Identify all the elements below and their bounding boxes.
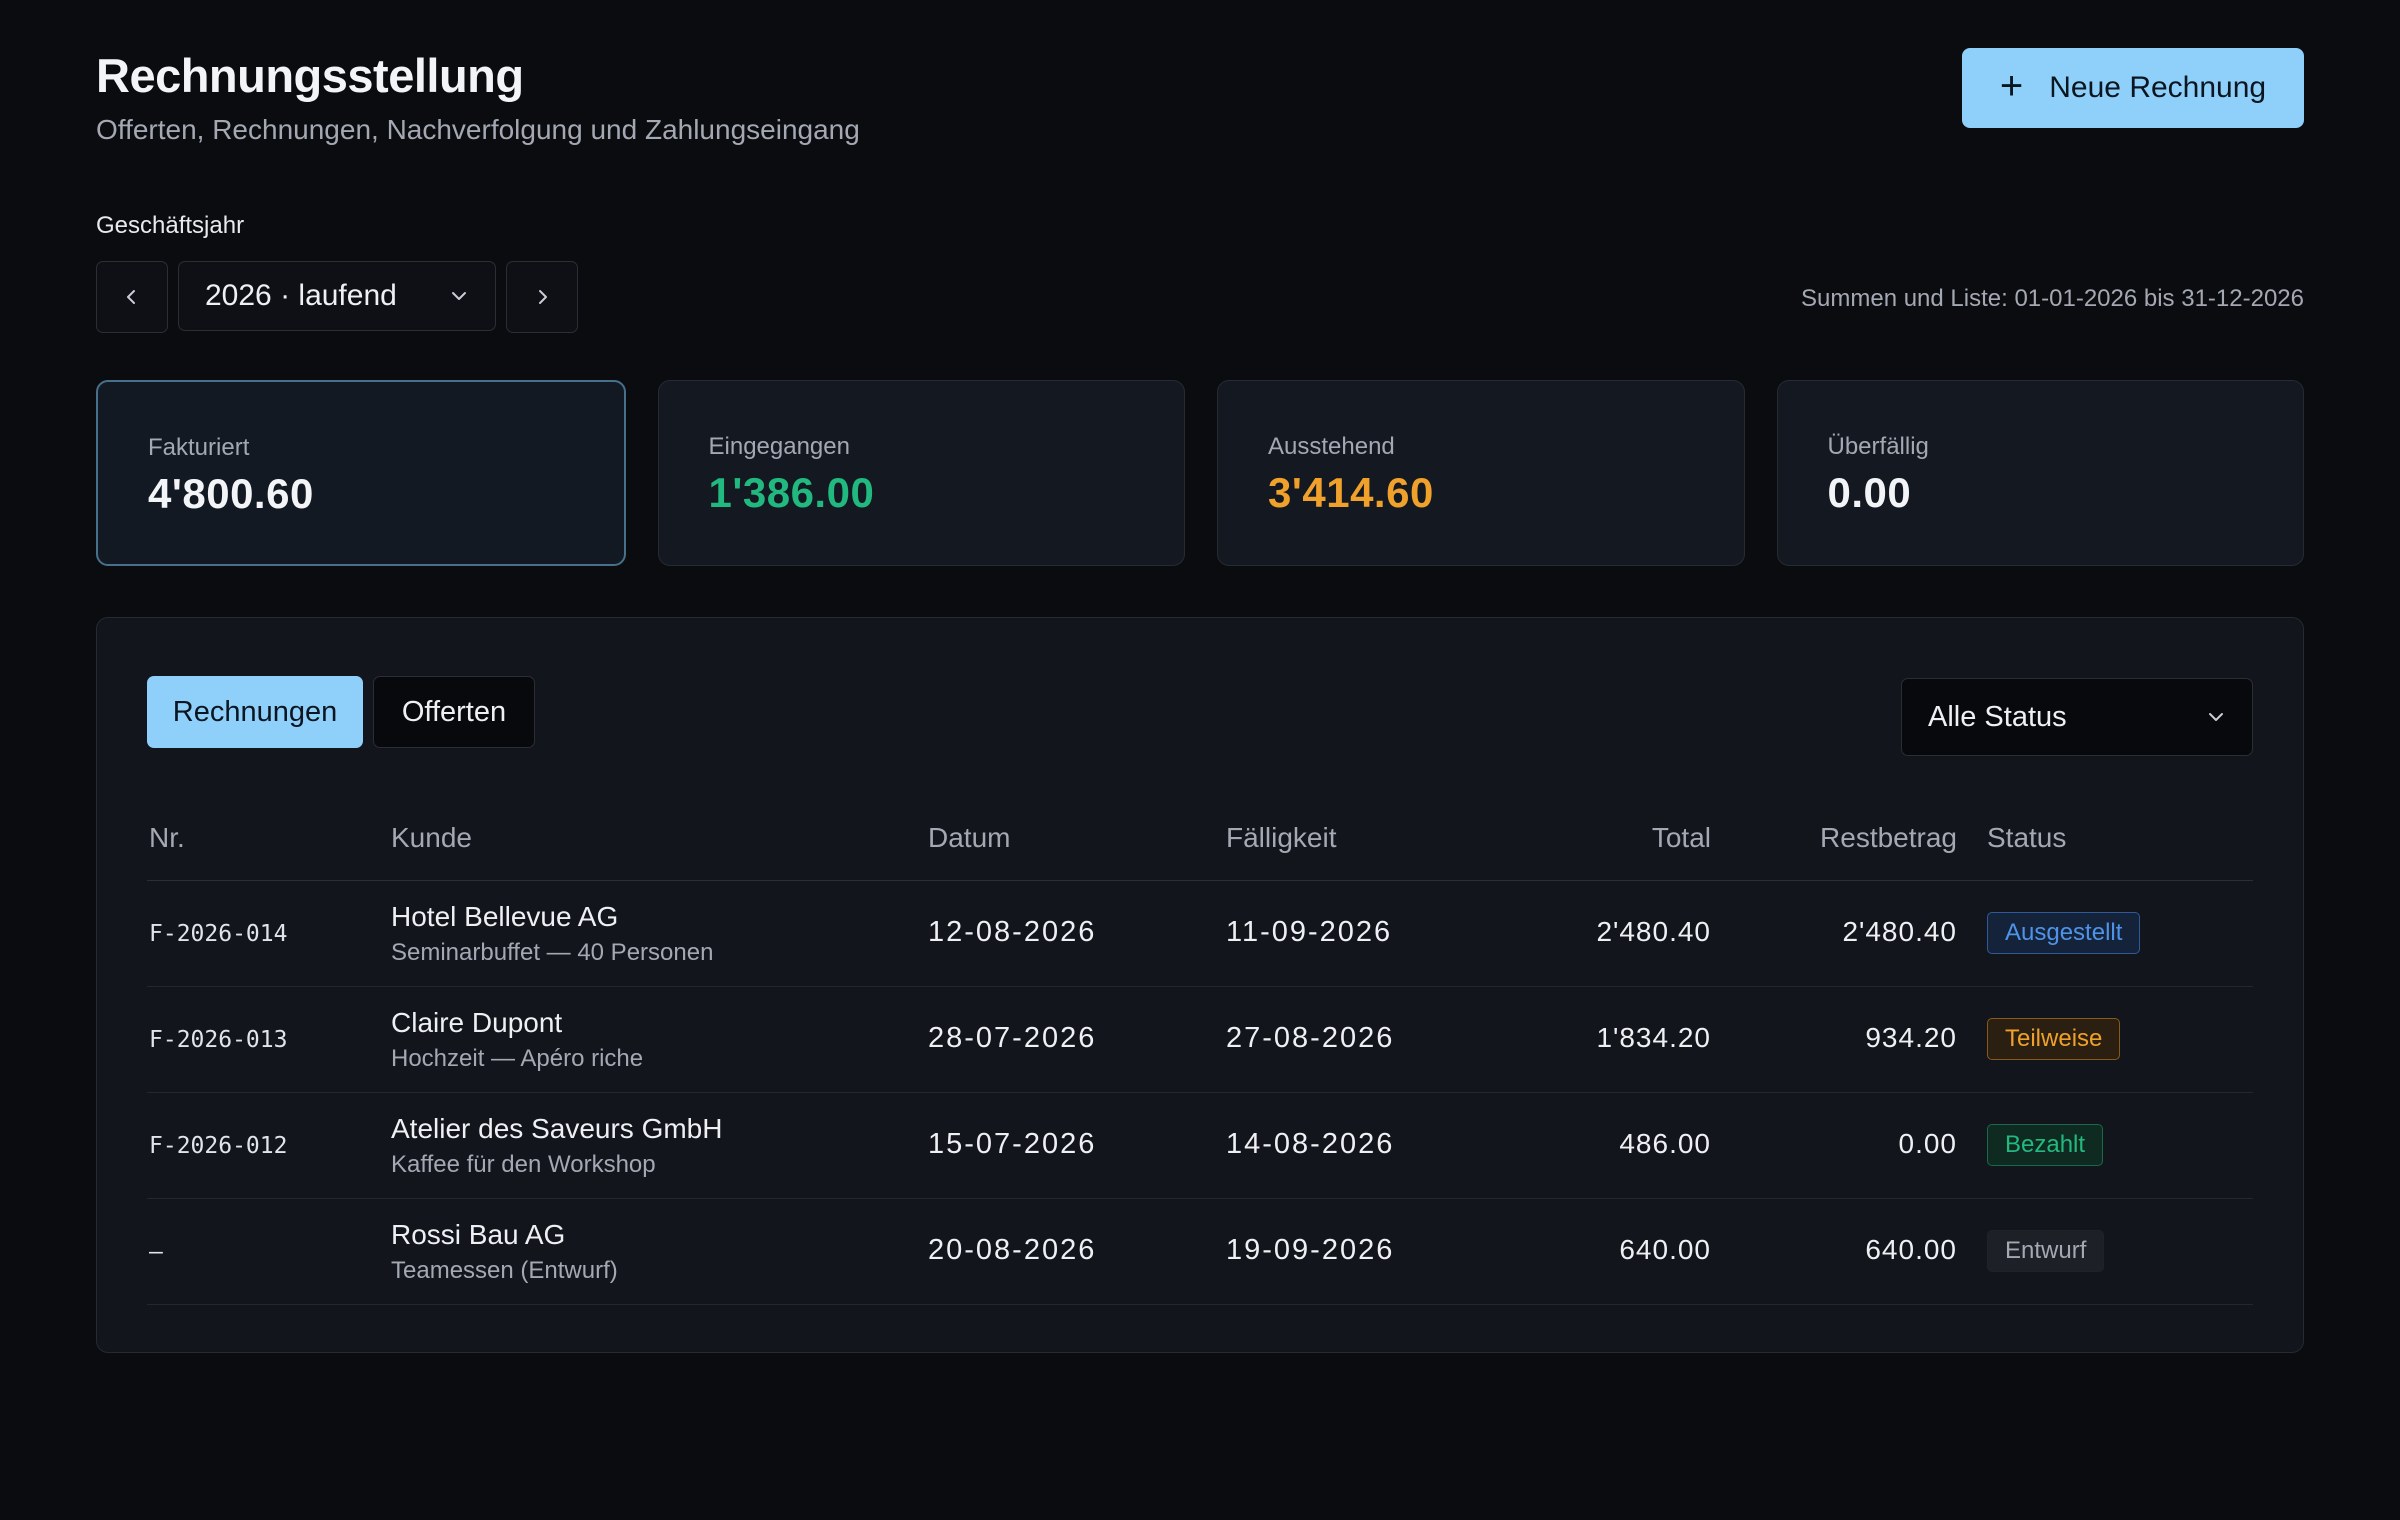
status-badge: Teilweise [1987, 1018, 2121, 1060]
column-header-remaining[interactable]: Restbetrag [1820, 822, 1957, 854]
customer-cell: Claire Dupont Hochzeit — Apéro riche [391, 1007, 643, 1073]
status-cell: Entwurf [1987, 1230, 2105, 1272]
status-cell: Bezahlt [1987, 1124, 2104, 1166]
customer-cell: Atelier des Saveurs GmbH Kaffee für den … [391, 1113, 722, 1179]
fiscal-year-label: Geschäftsjahr [96, 212, 245, 239]
customer-name: Hotel Bellevue AG [391, 901, 619, 932]
chevron-right-icon [539, 290, 547, 304]
chevron-left-icon [127, 290, 135, 304]
kpi-label: Eingegangen [708, 433, 850, 460]
invoice-number: F-2026-012 [149, 1133, 288, 1159]
new-invoice-label: Neue Rechnung [2049, 71, 2267, 104]
table-header: Nr. Kunde Datum Fälligkeit Total Restbet… [147, 808, 2253, 881]
kpi-card-outstanding[interactable]: Ausstehend 3'414.60 [1217, 380, 1745, 566]
due-date: 19-09-2026 [1226, 1234, 1395, 1266]
table-row[interactable]: F-2026-014 Hotel Bellevue AG Seminarbuff… [147, 881, 2253, 987]
status-badge: Entwurf [1987, 1230, 2105, 1272]
invoice-date: 20-08-2026 [928, 1234, 1097, 1266]
due-date: 27-08-2026 [1226, 1022, 1395, 1054]
customer-name: Claire Dupont [391, 1007, 563, 1038]
chevron-down-icon [452, 292, 466, 300]
due-date: 11-09-2026 [1226, 916, 1393, 948]
kpi-cards: Fakturiert 4'800.60 Eingegangen 1'386.00… [96, 380, 2304, 568]
fiscal-year-value: 2026 · laufend [205, 279, 397, 312]
status-filter-select[interactable]: Alle Status [1901, 678, 2253, 756]
status-cell: Teilweise [1987, 1018, 2121, 1060]
invoice-description: Kaffee für den Workshop [391, 1151, 656, 1178]
column-header-date[interactable]: Datum [928, 822, 1010, 854]
invoice-total: 640.00 [1619, 1234, 1711, 1265]
next-year-button[interactable] [506, 261, 578, 333]
kpi-value: 1'386.00 [708, 469, 875, 516]
invoice-description: Teamessen (Entwurf) [391, 1257, 618, 1284]
remaining-amount: 640.00 [1865, 1234, 1957, 1265]
fiscal-year-select[interactable]: 2026 · laufend [178, 261, 496, 331]
chevron-down-icon [2209, 713, 2223, 721]
column-header-total[interactable]: Total [1652, 822, 1711, 854]
tab-invoices[interactable]: Rechnungen [147, 676, 363, 748]
kpi-value: 0.00 [1827, 469, 1912, 516]
customer-cell: Rossi Bau AG Teamessen (Entwurf) [391, 1219, 618, 1285]
invoice-total: 1'834.20 [1596, 1022, 1711, 1053]
previous-year-button[interactable] [96, 261, 168, 333]
remaining-amount: 934.20 [1865, 1022, 1957, 1053]
invoice-total: 2'480.40 [1596, 916, 1711, 947]
date-range-text: Summen und Liste: 01-01-2026 bis 31-12-2… [1801, 285, 2304, 312]
invoice-total: 486.00 [1619, 1128, 1711, 1159]
column-header-customer[interactable]: Kunde [391, 822, 472, 854]
new-invoice-button[interactable]: + Neue Rechnung [1962, 48, 2304, 128]
customer-cell: Hotel Bellevue AG Seminarbuffet — 40 Per… [391, 901, 713, 967]
customer-name: Rossi Bau AG [391, 1219, 566, 1250]
status-filter-value: Alle Status [1928, 700, 2067, 733]
remaining-amount: 2'480.40 [1842, 916, 1957, 947]
invoice-description: Seminarbuffet — 40 Personen [391, 939, 714, 966]
invoice-number: – [149, 1239, 163, 1265]
kpi-card-received[interactable]: Eingegangen 1'386.00 [657, 380, 1185, 566]
fiscal-year-controls: 2026 · laufend [96, 261, 578, 333]
invoice-table: Nr. Kunde Datum Fälligkeit Total Restbet… [147, 808, 2253, 1305]
kpi-label: Fakturiert [148, 434, 250, 461]
column-header-status[interactable]: Status [1987, 822, 2066, 854]
column-header-due[interactable]: Fälligkeit [1226, 822, 1336, 854]
kpi-label: Überfällig [1827, 433, 1929, 460]
document-tabs: Rechnungen Offerten [147, 676, 535, 748]
due-date: 14-08-2026 [1226, 1128, 1395, 1160]
kpi-card-overdue[interactable]: Überfällig 0.00 [1776, 380, 2304, 566]
status-badge: Ausgestellt [1987, 912, 2141, 954]
invoice-list-panel: Rechnungen Offerten Alle Status Nr. Kund… [96, 617, 2304, 1353]
invoice-date: 15-07-2026 [928, 1128, 1097, 1160]
table-row[interactable]: F-2026-012 Atelier des Saveurs GmbH Kaff… [147, 1093, 2253, 1199]
column-header-nr[interactable]: Nr. [149, 822, 185, 854]
invoice-date: 12-08-2026 [928, 916, 1097, 948]
kpi-value: 3'414.60 [1268, 469, 1434, 516]
status-badge: Bezahlt [1987, 1124, 2104, 1166]
invoice-date: 28-07-2026 [928, 1022, 1097, 1054]
plus-icon: + [1999, 64, 2024, 108]
table-row[interactable]: – Rossi Bau AG Teamessen (Entwurf) 20-08… [147, 1199, 2253, 1305]
table-row[interactable]: F-2026-013 Claire Dupont Hochzeit — Apér… [147, 987, 2253, 1093]
kpi-label: Ausstehend [1268, 433, 1395, 460]
status-cell: Ausgestellt [1987, 912, 2141, 954]
kpi-card-invoiced[interactable]: Fakturiert 4'800.60 [96, 380, 626, 566]
invoice-number: F-2026-013 [149, 1027, 288, 1053]
remaining-amount: 0.00 [1898, 1128, 1957, 1159]
kpi-value: 4'800.60 [148, 470, 314, 517]
page-title: Rechnungsstellung [96, 49, 524, 102]
tab-quotes[interactable]: Offerten [373, 676, 535, 748]
invoice-number: F-2026-014 [149, 921, 288, 947]
customer-name: Atelier des Saveurs GmbH [391, 1113, 723, 1144]
page-subtitle: Offerten, Rechnungen, Nachverfolgung und… [96, 114, 860, 145]
invoice-description: Hochzeit — Apéro riche [391, 1045, 644, 1072]
